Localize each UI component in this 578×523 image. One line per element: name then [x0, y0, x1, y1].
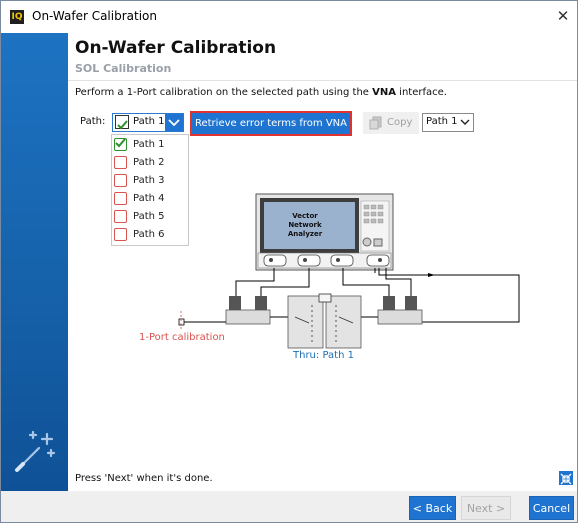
thru-path-label: Thru: Path 1: [293, 350, 354, 361]
copy-button[interactable]: Copy: [363, 112, 419, 134]
chevron-down-icon: [460, 119, 470, 125]
next-button[interactable]: Next >: [461, 496, 511, 520]
dropdown-item-path-3[interactable]: Path 3: [112, 172, 188, 190]
path-combo[interactable]: Path 1: [112, 113, 184, 132]
cancel-button[interactable]: Cancel: [529, 496, 574, 520]
checkbox-unchecked-icon[interactable]: [114, 174, 127, 187]
wand-icon: [15, 430, 56, 472]
checkbox-unchecked-icon[interactable]: [114, 156, 127, 169]
dropdown-item-path-2[interactable]: Path 2: [112, 154, 188, 172]
copy-icon: [369, 116, 382, 130]
title-bar: IQ On-Wafer Calibration ✕: [1, 1, 577, 33]
one-port-calibration-label: 1-Port calibration: [139, 332, 225, 343]
app-iq-icon: IQ: [10, 10, 24, 24]
checkbox-unchecked-icon[interactable]: [114, 192, 127, 205]
chevron-down-icon[interactable]: [165, 114, 183, 131]
back-button[interactable]: < Back: [409, 496, 456, 520]
window-title: On-Wafer Calibration: [32, 9, 157, 23]
wizard-sidebar: [1, 33, 68, 491]
checkbox-unchecked-icon[interactable]: [114, 210, 127, 223]
header-divider: [68, 80, 577, 81]
dropdown-item-path-1[interactable]: Path 1: [112, 136, 188, 154]
path-label: Path:: [80, 116, 106, 127]
checkbox-checked-icon: [115, 115, 129, 130]
copy-target-select[interactable]: Path 1: [422, 113, 474, 132]
instruction-text: Perform a 1-Port calibration on the sele…: [75, 87, 447, 98]
close-icon[interactable]: ✕: [553, 6, 573, 26]
collapse-icon[interactable]: [559, 471, 573, 485]
retrieve-error-terms-button[interactable]: Retrieve error terms from VNA: [190, 111, 352, 136]
copy-target-value: Path 1: [426, 116, 458, 127]
vna-emphasis: VNA: [372, 87, 396, 98]
page-subtitle: SOL Calibration: [75, 62, 172, 75]
page-title: On-Wafer Calibration: [75, 38, 277, 58]
checkbox-unchecked-icon[interactable]: [114, 228, 127, 241]
dropdown-item-label: Path 1: [133, 139, 165, 150]
checkbox-checked-icon[interactable]: [114, 138, 127, 151]
dropdown-item-label: Path 2: [133, 157, 165, 168]
dialog-window: IQ On-Wafer Calibration ✕ On-Wafer Calib…: [0, 0, 578, 523]
path-combo-value: Path 1: [133, 116, 165, 127]
copy-label: Copy: [387, 117, 413, 128]
dropdown-item-label: Path 3: [133, 175, 165, 186]
vna-screen-label: Vector Network Analyzer: [287, 212, 323, 238]
footer-instruction: Press 'Next' when it's done.: [75, 473, 213, 484]
